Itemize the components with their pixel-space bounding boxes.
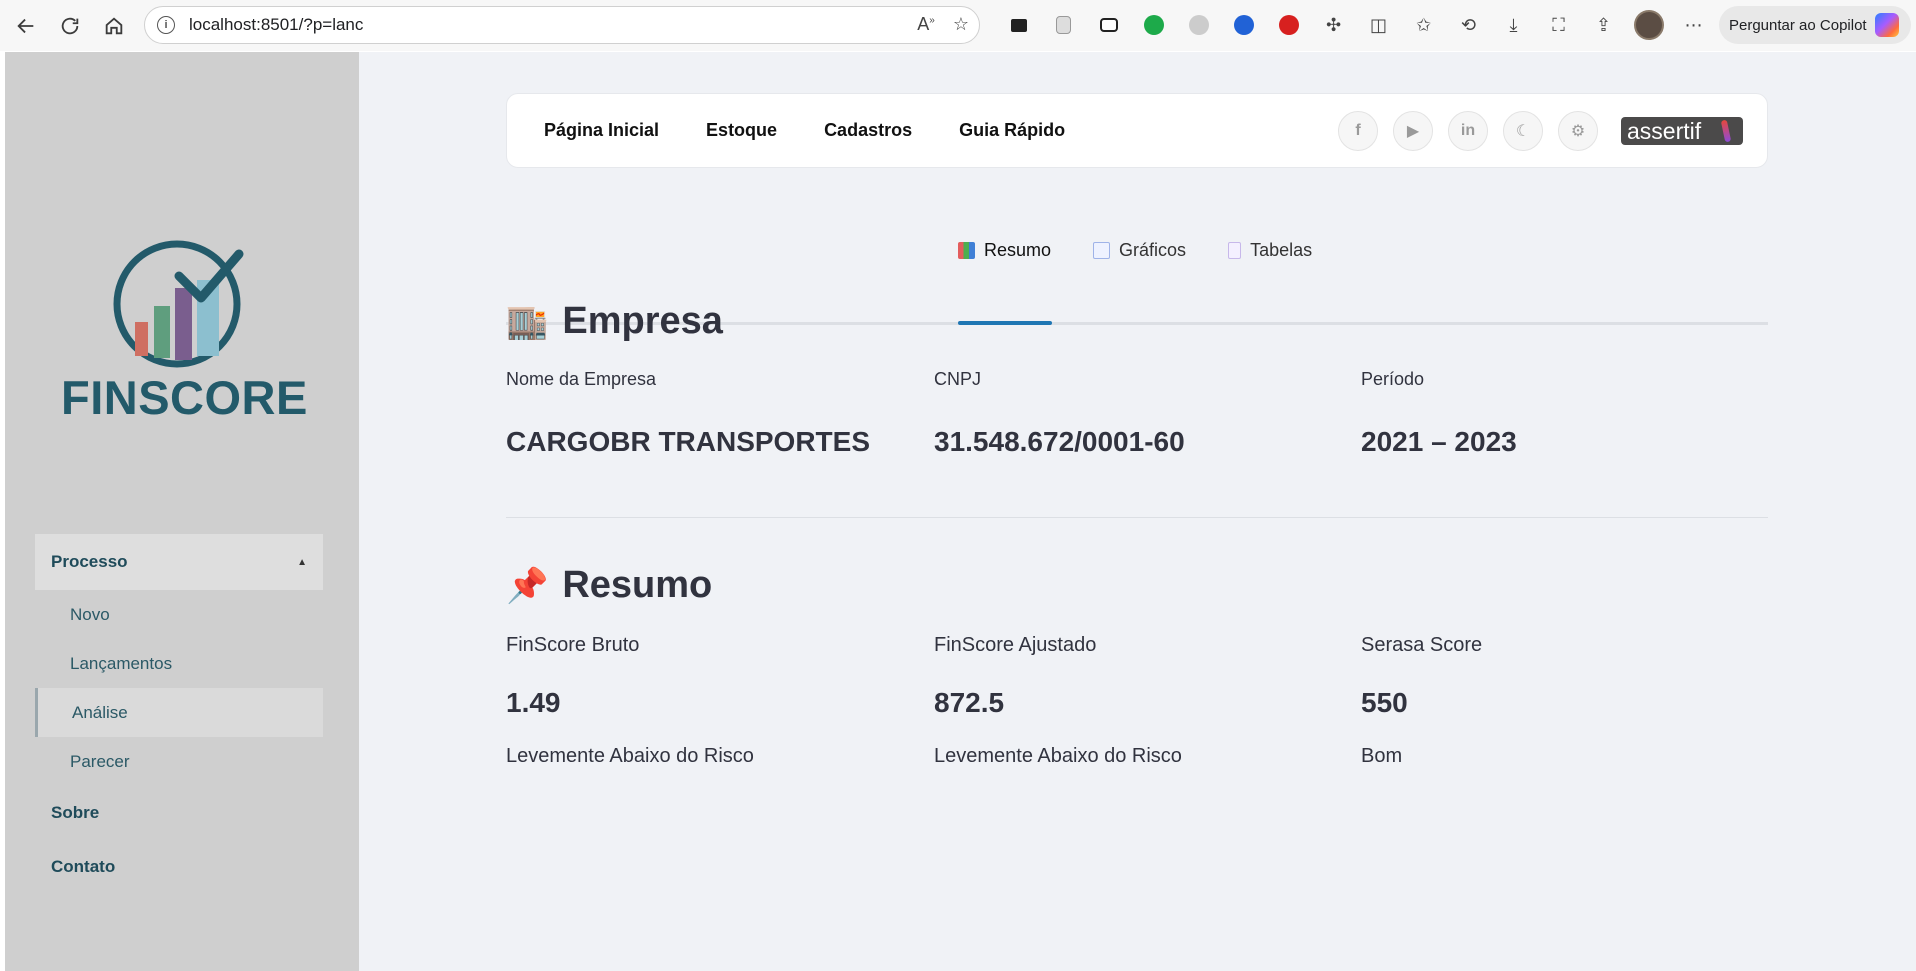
downloads-icon[interactable]: ⤓	[1491, 9, 1536, 41]
metric-finscore-ajustado: FinScore Ajustado 872.5 Levemente Abaixo…	[934, 634, 1354, 768]
nav-link-estoque[interactable]: Estoque	[706, 120, 777, 141]
caret-up-icon: ▲	[297, 556, 307, 568]
field-periodo: Período 2021 – 2023	[1361, 369, 1781, 458]
profile-avatar[interactable]	[1626, 9, 1671, 41]
tab-tabelas[interactable]: Tabelas	[1228, 230, 1312, 270]
favorites-icon[interactable]: ✩	[1401, 9, 1446, 41]
field-label: CNPJ	[934, 369, 982, 389]
nav-link-guia-rapido[interactable]: Guia Rápido	[959, 120, 1065, 141]
home-icon[interactable]	[96, 8, 132, 44]
office-building-icon: 🏬	[506, 302, 549, 341]
line-chart-icon	[1093, 241, 1111, 259]
field-label: Período	[1361, 369, 1425, 389]
page-icon[interactable]	[1041, 9, 1086, 41]
address-bar[interactable]: i localhost:8501/?p=lanc A» ☆	[144, 6, 980, 44]
tab-label: Resumo	[984, 239, 1052, 260]
tab-graficos[interactable]: Gráficos	[1093, 230, 1186, 270]
extensions-puzzle-icon[interactable]: ✣	[1311, 9, 1356, 41]
sidebar-item-sobre[interactable]: Sobre	[35, 786, 323, 840]
sidebar-menu: Processo ▲ Novo Lançamentos Análise Pare…	[35, 534, 323, 894]
reader-icon[interactable]	[996, 9, 1041, 41]
metric-value: 872.5	[934, 687, 1005, 718]
logo-text: FINSCORE	[61, 371, 308, 424]
assertif-brand-text: assertif	[1627, 117, 1702, 144]
assertif-brand-badge[interactable]: assertif	[1621, 117, 1743, 145]
sidebar: FINSCORE Processo ▲ Novo Lançamentos Aná…	[5, 52, 359, 971]
metric-serasa-score: Serasa Score 550 Bom	[1361, 634, 1781, 768]
extension-cloud-icon[interactable]	[1176, 9, 1221, 41]
metric-value: 550	[1361, 687, 1408, 718]
linkedin-icon[interactable]: in	[1448, 111, 1488, 151]
metric-status: Levemente Abaixo do Risco	[506, 745, 754, 767]
assertif-logo-mark	[1720, 119, 1732, 143]
sidebar-item-contato[interactable]: Contato	[35, 840, 323, 894]
metric-status: Bom	[1361, 745, 1403, 767]
section-divider	[506, 517, 1768, 518]
facebook-icon[interactable]: f	[1338, 111, 1378, 151]
extensions-toolbar: ✣ ◫ ✩ ⟲ ⤓ ⛶ ⇪ ⋯	[996, 9, 1716, 41]
sidebar-item-parecer[interactable]: Parecer	[35, 737, 323, 786]
main-content: Página Inicial Estoque Cadastros Guia Rá…	[359, 52, 1916, 971]
tab-resumo[interactable]: Resumo	[958, 230, 1051, 270]
sidebar-item-lancamentos[interactable]: Lançamentos	[35, 639, 323, 688]
youtube-icon[interactable]: ▶	[1393, 111, 1433, 151]
copilot-button[interactable]: Perguntar ao Copilot	[1719, 6, 1911, 44]
metric-label: Serasa Score	[1361, 634, 1483, 656]
metric-value: 1.49	[506, 687, 561, 718]
adblock-icon[interactable]	[1266, 9, 1311, 41]
metric-status: Levemente Abaixo do Risco	[934, 745, 1182, 767]
screenshot-icon[interactable]: ⛶	[1536, 9, 1581, 41]
metric-finscore-bruto: FinScore Bruto 1.49 Levemente Abaixo do …	[506, 634, 926, 768]
tab-label: Tabelas	[1250, 239, 1313, 260]
more-menu-icon[interactable]: ⋯	[1671, 9, 1716, 41]
nav-link-pagina-inicial[interactable]: Página Inicial	[544, 120, 659, 141]
menu-group-processo[interactable]: Processo ▲	[35, 534, 323, 590]
field-value: 2021 – 2023	[1361, 426, 1517, 457]
section-title-text: Resumo	[562, 564, 713, 606]
field-label: Nome da Empresa	[506, 369, 657, 389]
bar-chart-icon	[958, 241, 975, 259]
pushpin-icon: 📌	[506, 566, 549, 605]
dark-mode-moon-icon[interactable]: ☾	[1503, 111, 1543, 151]
history-icon[interactable]: ⟲	[1446, 9, 1491, 41]
nav-link-cadastros[interactable]: Cadastros	[824, 120, 912, 141]
active-tab-indicator	[958, 321, 1052, 325]
picture-in-picture-icon[interactable]	[1086, 9, 1131, 41]
metric-label: FinScore Bruto	[506, 634, 640, 656]
browser-toolbar: i localhost:8501/?p=lanc A» ☆ ✣ ◫ ✩ ⟲ ⤓ …	[0, 0, 1916, 51]
section-title-text: Empresa	[562, 300, 723, 342]
field-value: CARGOBR TRANSPORTES	[506, 426, 871, 457]
field-cnpj: CNPJ 31.548.672/0001-60	[934, 369, 1354, 458]
finscore-logo: FINSCORE	[61, 240, 308, 425]
evernote-icon[interactable]	[1131, 9, 1176, 41]
section-title-resumo: 📌 Resumo	[506, 564, 712, 607]
split-screen-icon[interactable]: ◫	[1356, 9, 1401, 41]
copilot-icon	[1874, 13, 1899, 37]
copilot-label: Perguntar ao Copilot	[1729, 16, 1867, 34]
field-nome-empresa: Nome da Empresa CARGOBR TRANSPORTES	[506, 369, 926, 458]
vpn-br-icon[interactable]	[1221, 9, 1266, 41]
finscore-logo-icon	[113, 240, 244, 368]
share-icon[interactable]: ⇪	[1581, 9, 1626, 41]
site-info-icon[interactable]: i	[157, 16, 175, 34]
refresh-icon[interactable]	[52, 8, 88, 44]
address-url[interactable]: localhost:8501/?p=lanc	[189, 15, 363, 35]
read-aloud-icon[interactable]: A»	[917, 14, 935, 35]
metric-label: FinScore Ajustado	[934, 634, 1097, 656]
sidebar-item-novo[interactable]: Novo	[35, 590, 323, 639]
document-icon	[1228, 241, 1242, 259]
app-root: FINSCORE Processo ▲ Novo Lançamentos Aná…	[5, 52, 1916, 971]
section-title-empresa: 🏬 Empresa	[506, 300, 723, 343]
favorite-star-icon[interactable]: ☆	[953, 14, 969, 35]
back-icon[interactable]	[8, 8, 44, 44]
sidebar-item-analise[interactable]: Análise	[35, 688, 323, 737]
tab-label: Gráficos	[1119, 239, 1187, 260]
top-navigation: Página Inicial Estoque Cadastros Guia Rá…	[506, 93, 1768, 168]
field-value: 31.548.672/0001-60	[934, 426, 1185, 457]
menu-group-label: Processo	[51, 552, 128, 571]
settings-gear-icon[interactable]: ⚙	[1558, 111, 1598, 151]
